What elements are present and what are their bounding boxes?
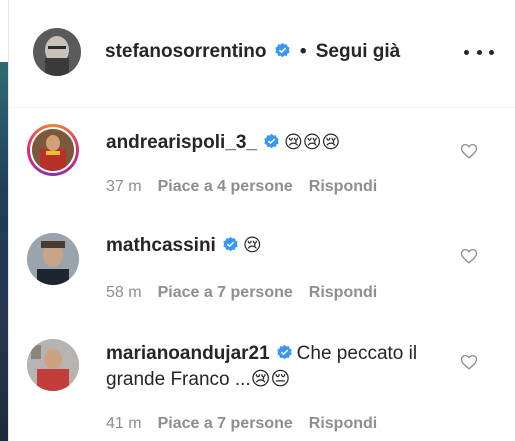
author-avatar[interactable] xyxy=(33,28,81,76)
heart-icon[interactable] xyxy=(460,247,478,265)
reply-button[interactable]: Rispondi xyxy=(309,284,377,301)
comment-item: marianoandujar21 Che peccato il grande Fr… xyxy=(9,319,515,441)
comment-meta: 41 m Piace a 7 persone Rispondi xyxy=(106,415,377,433)
commenter-avatar[interactable] xyxy=(27,124,79,176)
commenter-username[interactable]: andrearispoli_3_ xyxy=(106,132,257,153)
author-line: stefanosorrentino • Segui già xyxy=(105,41,400,63)
reply-button[interactable]: Rispondi xyxy=(309,178,377,195)
comment-item: andrearispoli_3_ 😢😢😢 37 m Piace a 4 person… xyxy=(9,108,515,213)
commenter-avatar[interactable] xyxy=(27,339,79,391)
comment-text: marianoandujar21 Che peccato il grande Fr… xyxy=(106,341,456,393)
post-header: stefanosorrentino • Segui già xyxy=(9,0,515,108)
commenter-username[interactable]: marianoandujar21 xyxy=(106,343,270,364)
comments-panel: stefanosorrentino • Segui già andrearisp… xyxy=(8,0,515,441)
likes-link[interactable]: Piace a 7 persone xyxy=(158,415,293,432)
comment-body: 😢😢😢 xyxy=(284,132,341,153)
likes-link[interactable]: Piace a 4 persone xyxy=(158,178,293,195)
comment-time: 37 m xyxy=(106,178,142,195)
commenter-avatar[interactable] xyxy=(27,233,79,285)
commenter-username[interactable]: mathcassini xyxy=(106,235,216,256)
author-username[interactable]: stefanosorrentino xyxy=(105,41,267,62)
separator-dot: • xyxy=(299,41,307,62)
heart-icon[interactable] xyxy=(460,142,478,160)
reply-button[interactable]: Rispondi xyxy=(309,415,377,432)
verified-badge-icon xyxy=(274,42,290,58)
comment-time: 41 m xyxy=(106,415,142,432)
verified-badge-icon xyxy=(264,133,279,149)
likes-link[interactable]: Piace a 7 persone xyxy=(158,284,293,301)
comment-item: mathcassini 😢 58 m Piace a 7 persone Rispon… xyxy=(9,213,515,319)
comment-meta: 58 m Piace a 7 persone Rispondi xyxy=(106,284,377,302)
more-options-icon[interactable] xyxy=(464,42,494,62)
comment-text: mathcassini 😢 xyxy=(106,233,456,259)
comment-time: 58 m xyxy=(106,284,142,301)
comment-meta: 37 m Piace a 4 persone Rispondi xyxy=(106,178,377,196)
comment-text: andrearispoli_3_ 😢😢😢 xyxy=(106,130,456,156)
heart-icon[interactable] xyxy=(460,353,478,371)
verified-badge-icon xyxy=(276,344,292,360)
comment-body: 😢 xyxy=(242,235,262,256)
follow-status-button[interactable]: Segui già xyxy=(316,41,400,62)
verified-badge-icon xyxy=(223,236,238,252)
